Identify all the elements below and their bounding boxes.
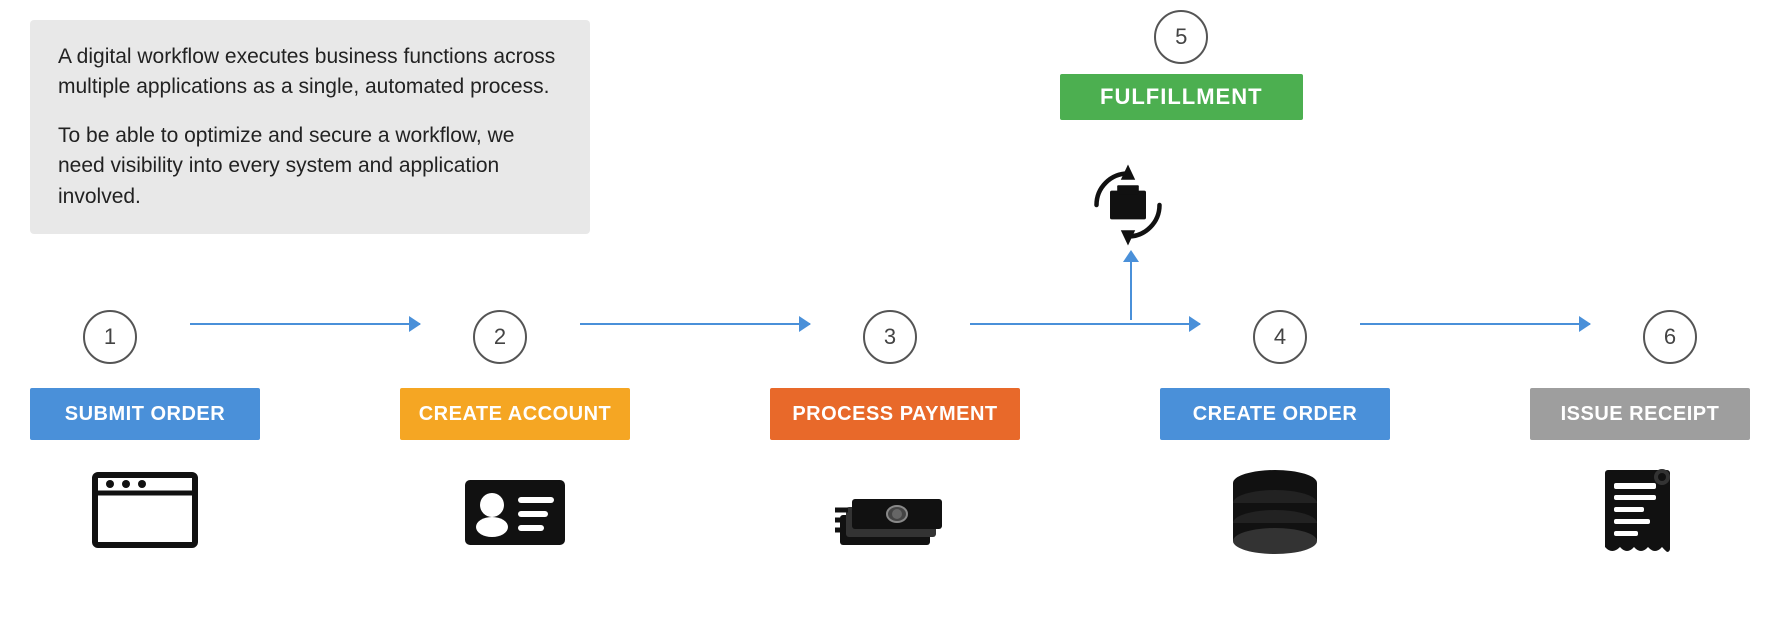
icon-submit-order [30,465,260,555]
arrow-2-3 [580,323,810,325]
labels-row: SUBMIT ORDER CREATE ACCOUNT PROCESS PAYM… [30,388,1750,440]
description-para2: To be able to optimize and secure a work… [58,121,562,212]
fulfillment-step-circle: 5 [1154,10,1208,64]
label-create-account: CREATE ACCOUNT [400,388,630,440]
description-box: A digital workflow executes business fun… [30,20,590,234]
icon-create-order [1160,465,1390,560]
main-container: A digital workflow executes business fun… [0,0,1775,618]
step-circle-1: 1 [83,310,137,364]
fulfillment-badge: FULFILLMENT [1060,74,1303,120]
arrow-4-6 [1360,323,1590,325]
description-para1: A digital workflow executes business fun… [58,42,562,103]
step-2: 2 [420,310,580,364]
step-4: 4 [1200,310,1360,364]
arrow-1-2 [190,323,420,325]
icons-row [30,465,1750,560]
label-create-order: CREATE ORDER [1160,388,1390,440]
label-process-payment: PROCESS PAYMENT [770,388,1020,440]
step-circle-2: 2 [473,310,527,364]
step-6: 6 [1590,310,1750,364]
label-issue-receipt: ISSUE RECEIPT [1530,388,1750,440]
label-submit-order: SUBMIT ORDER [30,388,260,440]
step-circle-6: 6 [1643,310,1697,364]
arrow-3-4 [970,323,1200,325]
step-circle-4: 4 [1253,310,1307,364]
steps-row: 1 2 3 4 6 [30,310,1750,364]
fulfillment-area: 5 FULFILLMENT [1060,10,1303,120]
icon-create-account [400,465,630,555]
icon-process-payment [770,465,1020,555]
icon-issue-receipt [1530,465,1750,560]
step-1: 1 [30,310,190,364]
step-3: 3 [810,310,970,364]
step-circle-3: 3 [863,310,917,364]
